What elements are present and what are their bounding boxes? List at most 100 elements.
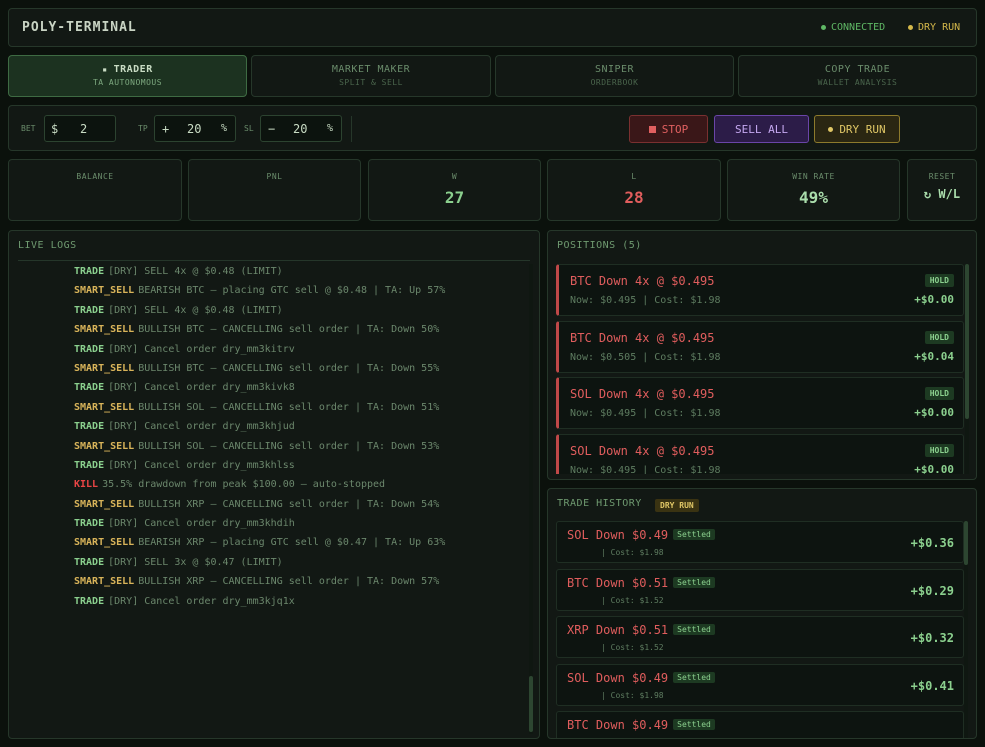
tab-title: ▪ TRADER	[9, 64, 246, 75]
log-tag: TRADE	[74, 556, 105, 568]
sl-label: SL	[244, 124, 254, 133]
history-card[interactable]: XRP Down $0.51 Settled | Cost: $1.52 +$0.32	[556, 616, 964, 658]
tab-market-maker[interactable]: MARKET MAKER SPLIT & SELL	[251, 55, 491, 97]
history-scrollbar-thumb[interactable]	[964, 521, 968, 565]
losses-label: L	[631, 172, 637, 181]
log-text: BEARISH BTC — placing GTC sell @ $0.48 |…	[138, 285, 446, 297]
log-line: SMART_SELL BULLISH XRP — CANCELLING sell …	[74, 576, 525, 595]
positions-list[interactable]: BTC Down 4x @ $0.495 Now: $0.495 | Cost: …	[556, 264, 964, 474]
app-title: POLY-TERMINAL	[22, 20, 137, 35]
sl-prefix: −	[268, 122, 276, 136]
dryrun-status-label: DRY RUN	[918, 22, 961, 33]
positions-scrollbar[interactable]	[965, 264, 969, 474]
position-card[interactable]: BTC Down 4x @ $0.495 Now: $0.495 | Cost: …	[556, 264, 964, 316]
log-line: SMART_SELL BULLISH SOL — CANCELLING sell …	[74, 441, 525, 460]
tp-label: TP	[138, 124, 148, 133]
tab-sniper-label: SNIPER	[594, 64, 635, 75]
logs-scrollbar-thumb[interactable]	[529, 676, 533, 732]
tab-sniper[interactable]: SNIPER ORDERBOOK	[495, 55, 734, 97]
sell-all-button-label: SELL ALL	[735, 122, 788, 136]
log-text: [DRY] Cancel order dry_mm3kitrv	[108, 343, 295, 355]
log-tag: SMART_SELL	[74, 324, 135, 336]
reset-value: ↻ W/L	[908, 187, 976, 201]
bet-value: 2	[80, 122, 88, 136]
position-card[interactable]: SOL Down 4x @ $0.495 Now: $0.495 | Cost: …	[556, 377, 964, 429]
history-cost: | Cost: $1.98	[601, 690, 664, 700]
log-text: BULLISH XRP — CANCELLING sell order | TA…	[138, 498, 440, 510]
dry-run-toggle-button[interactable]: DRY RUN	[814, 115, 900, 143]
reset-value-label: W/L	[938, 187, 961, 201]
log-text: BULLISH BTC — CANCELLING sell order | TA…	[138, 324, 440, 336]
history-pnl: +$0.36	[910, 536, 954, 550]
refresh-icon: ↻	[923, 187, 939, 201]
position-pnl: +$0.04	[914, 349, 954, 363]
log-line: TRADE [DRY] SELL 4x @ $0.48 (LIMIT)	[74, 305, 525, 324]
win-rate-value: 49%	[799, 188, 828, 207]
hold-badge: HOLD	[924, 330, 954, 344]
log-text: BULLISH SOL — CANCELLING sell order | TA…	[138, 440, 440, 452]
tp-input[interactable]: + 20 %	[154, 115, 236, 142]
settled-badge: Settled	[673, 576, 715, 588]
history-title-text: SOL Down $0.49	[567, 528, 669, 542]
reset-wl-button[interactable]: RESET ↻ W/L	[907, 159, 977, 221]
log-tag: TRADE	[74, 343, 105, 355]
settled-badge: Settled	[673, 529, 715, 540]
sl-input[interactable]: − 20 %	[260, 115, 342, 142]
dryrun-status: DRY RUN	[908, 22, 960, 33]
tab-copy-trade[interactable]: COPY TRADE WALLET ANALYSIS	[738, 55, 977, 97]
log-tag: SMART_SELL	[74, 537, 135, 549]
tab-sniper-sub: ORDERBOOK	[590, 78, 639, 87]
history-card[interactable]: BTC Down $0.51 Settled | Cost: $1.52 +$0.29	[556, 568, 964, 611]
losses-value: 28	[624, 188, 644, 207]
dry-run-button-label: DRY RUN	[839, 122, 886, 136]
hold-badge: HOLD	[924, 387, 954, 400]
log-text: BULLISH SOL — CANCELLING sell order | TA…	[138, 401, 440, 413]
stop-button[interactable]: STOP	[629, 115, 708, 143]
settled-badge: Settled	[673, 719, 715, 730]
history-title-text: SOL Down $0.49	[567, 670, 669, 685]
history-title: BTC Down $0.49 Settled	[567, 718, 715, 732]
header-bar: POLY-TERMINAL CONNECTED DRY RUN	[8, 8, 977, 47]
history-card[interactable]: SOL Down $0.49 Settled | Cost: $1.98 +$0.36	[556, 521, 964, 563]
position-card[interactable]: SOL Down 4x @ $0.495 Now: $0.495 | Cost: …	[556, 433, 964, 475]
hold-badge: HOLD	[924, 443, 954, 457]
log-line: SMART_SELL BEARISH BTC — placing GTC sell…	[74, 285, 525, 304]
log-tag: TRADE	[74, 595, 105, 607]
sell-all-button[interactable]: SELL ALL	[714, 115, 809, 143]
log-line: SMART_SELL BULLISH BTC — CANCELLING sell …	[74, 324, 525, 343]
log-tag: SMART_SELL	[74, 498, 135, 510]
history-card[interactable]: BTC Down $0.49 Settled	[556, 711, 964, 738]
log-text: [DRY] Cancel order dry_mm3khjud	[108, 421, 295, 433]
tab-trader[interactable]: ▪ TRADER TA AUTONOMOUS	[8, 55, 247, 97]
log-text: [DRY] SELL 4x @ $0.48 (LIMIT)	[108, 266, 283, 277]
history-card[interactable]: SOL Down $0.49 Settled | Cost: $1.98 +$0.41	[556, 663, 964, 706]
log-line: KILL 35.5% drawdown from peak $100.00 — a…	[74, 479, 525, 498]
position-card[interactable]: BTC Down 4x @ $0.495 Now: $0.505 | Cost: …	[556, 320, 964, 373]
log-text: [DRY] Cancel order dry_mm3khlss	[108, 459, 295, 471]
stop-icon	[648, 125, 656, 133]
bet-input[interactable]: $ 2	[44, 115, 116, 142]
wins-label: W	[451, 172, 458, 181]
positions-scrollbar-thumb[interactable]	[965, 264, 969, 419]
settled-badge: Settled	[673, 671, 715, 683]
position-pnl: +$0.00	[914, 462, 954, 475]
history-list[interactable]: SOL Down $0.49 Settled | Cost: $1.98 +$0.36…	[556, 521, 964, 738]
log-line: TRADE [DRY] SELL 4x @ $0.48 (LIMIT)	[74, 266, 525, 285]
log-tag: TRADE	[74, 518, 105, 530]
log-line: TRADE [DRY] Cancel order dry_mm3khjud	[74, 421, 525, 440]
log-text: [DRY] SELL 3x @ $0.47 (LIMIT)	[108, 556, 283, 568]
stop-button-label: STOP	[661, 122, 689, 136]
log-list[interactable]: TRADE [DRY] SELL 4x @ $0.48 (LIMIT) SMART_…	[74, 266, 525, 615]
connection-status: CONNECTED	[821, 22, 885, 33]
history-scrollbar[interactable]	[964, 521, 968, 738]
position-title: SOL Down 4x @ $0.495	[570, 443, 715, 458]
history-title-text: BTC Down $0.49	[567, 718, 669, 732]
tp-suffix: %	[221, 123, 228, 134]
log-tag: TRADE	[74, 266, 105, 277]
log-tag: TRADE	[74, 459, 105, 471]
log-text: BULLISH XRP — CANCELLING sell order | TA…	[138, 576, 440, 588]
hold-badge: HOLD	[924, 274, 954, 287]
bet-prefix: $	[51, 122, 59, 136]
logs-scrollbar[interactable]	[529, 264, 533, 734]
history-title: SOL Down $0.49 Settled	[567, 671, 715, 685]
